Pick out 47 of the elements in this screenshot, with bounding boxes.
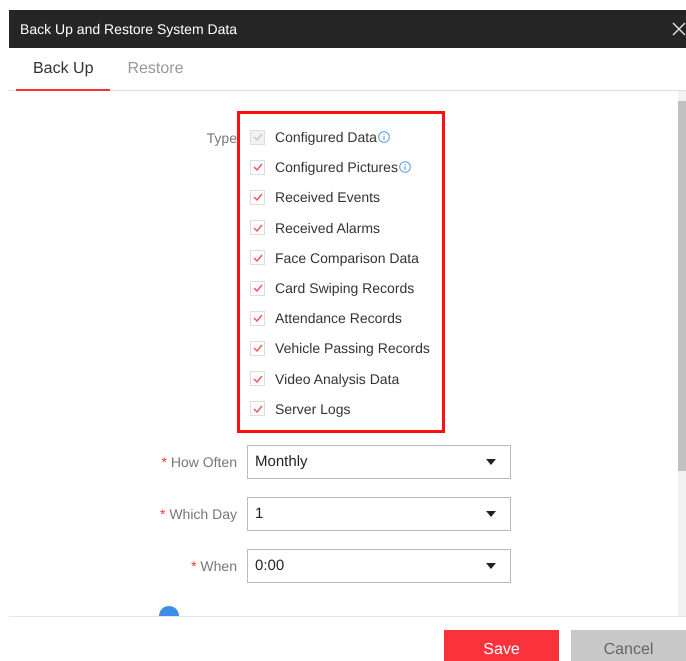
check-icon bbox=[252, 314, 262, 322]
checkbox[interactable] bbox=[250, 340, 265, 356]
close-icon[interactable] bbox=[672, 22, 686, 36]
checkbox-label: Server Logs bbox=[275, 400, 350, 417]
checkbox[interactable] bbox=[250, 160, 265, 175]
check-icon bbox=[252, 344, 262, 352]
dropdown[interactable]: 0:00 bbox=[247, 548, 511, 583]
checkbox-label: Attendance Records bbox=[275, 310, 402, 326]
checkbox-label: Video Analysis Data bbox=[275, 370, 400, 387]
required-mark: * bbox=[191, 558, 197, 574]
check-icon bbox=[252, 404, 262, 413]
check-icon bbox=[252, 254, 262, 262]
check-icon bbox=[252, 193, 262, 202]
checkbox-label: Received Alarms bbox=[275, 220, 380, 236]
caret-icon bbox=[486, 562, 496, 569]
field-label: How Often bbox=[170, 454, 237, 470]
save-button[interactable]: Save bbox=[444, 630, 559, 661]
checkbox-label: Configured Data bbox=[275, 129, 377, 146]
window-title: Back Up and Restore System Data bbox=[20, 21, 238, 37]
dropdown[interactable]: Monthly bbox=[247, 444, 511, 479]
checkbox-label: Face Comparison Data bbox=[275, 250, 419, 266]
tab[interactable]: Back Up bbox=[16, 48, 110, 91]
checkbox[interactable] bbox=[250, 280, 265, 296]
checkbox-label: Configured Pictures bbox=[275, 159, 398, 176]
field-label: Type bbox=[206, 129, 237, 146]
check-icon bbox=[252, 284, 262, 292]
scrollbar[interactable] bbox=[678, 91, 686, 616]
check-icon bbox=[252, 163, 262, 172]
field-label: When bbox=[200, 558, 237, 574]
caret-icon bbox=[486, 458, 496, 465]
required-mark: * bbox=[160, 506, 166, 522]
check-icon bbox=[252, 133, 262, 142]
dropdown[interactable]: 1 bbox=[247, 496, 511, 531]
checkbox[interactable] bbox=[250, 220, 265, 236]
checkbox[interactable] bbox=[250, 310, 265, 326]
field-label: Which Day bbox=[169, 506, 237, 522]
checkbox[interactable] bbox=[250, 190, 265, 205]
checkbox[interactable] bbox=[250, 401, 265, 416]
check-icon bbox=[252, 374, 262, 383]
checkbox-label: Vehicle Passing Records bbox=[275, 340, 430, 356]
caret-icon bbox=[486, 510, 496, 517]
checkbox[interactable] bbox=[250, 250, 265, 266]
required-mark: * bbox=[162, 454, 167, 470]
checkbox-label: Received Events bbox=[275, 189, 380, 206]
check-icon bbox=[252, 224, 262, 232]
checkbox-label: Card Swiping Records bbox=[275, 280, 414, 296]
checkbox[interactable] bbox=[250, 371, 265, 386]
